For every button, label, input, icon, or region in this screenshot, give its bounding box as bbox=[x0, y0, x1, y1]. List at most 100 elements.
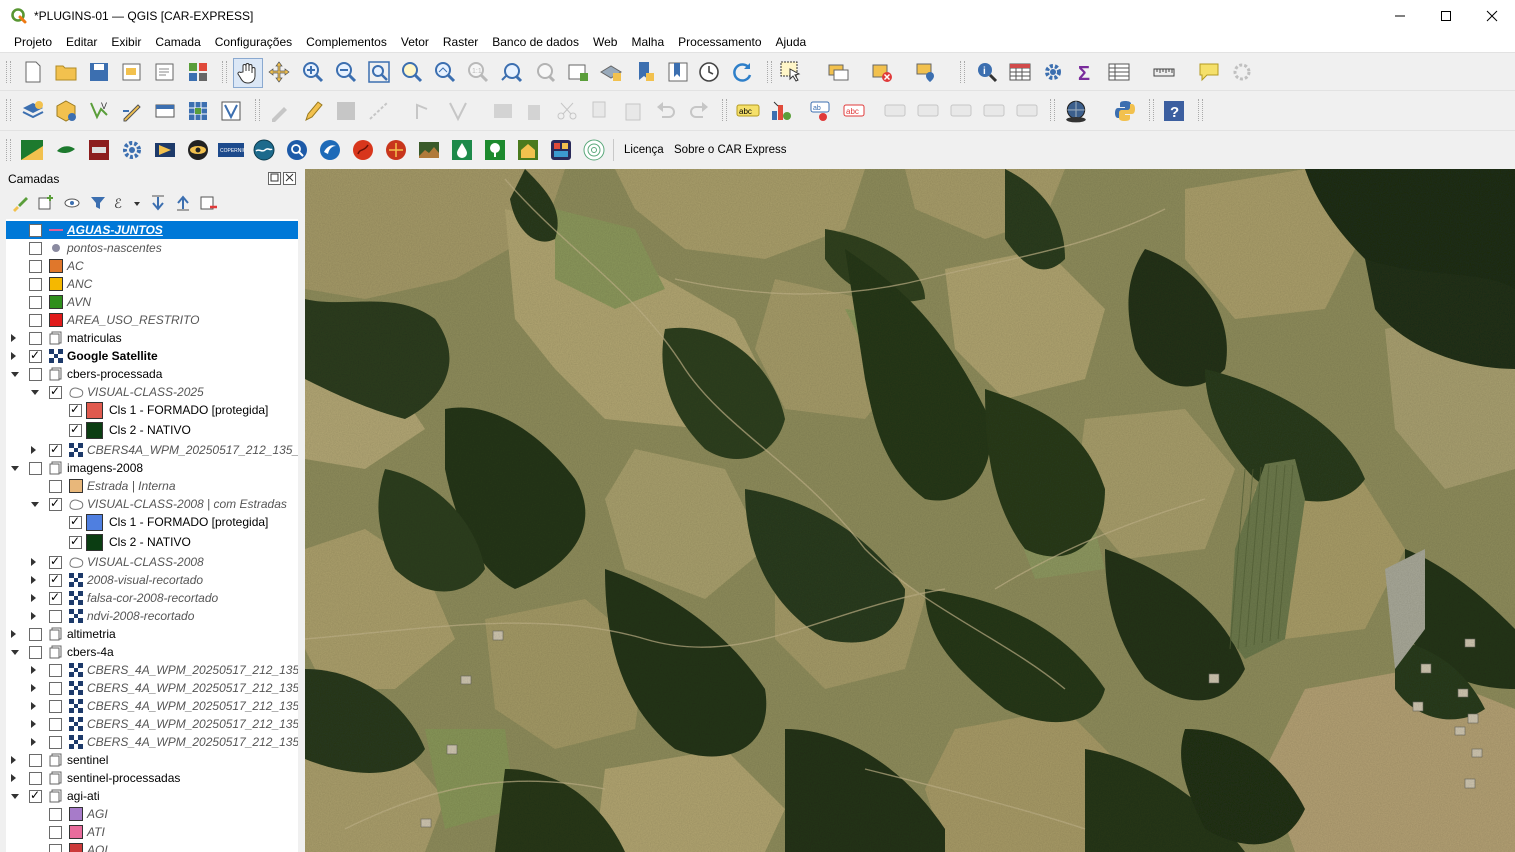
layer-visibility-checkbox[interactable] bbox=[29, 646, 42, 659]
layer-row[interactable]: CBERS4A_WPM_20250517_212_135_L bbox=[6, 441, 298, 459]
menu-configuracoes[interactable]: Configurações bbox=[208, 32, 299, 52]
menu-processamento[interactable]: Processamento bbox=[671, 32, 768, 52]
layer-row[interactable]: CBERS_4A_WPM_20250517_212_135_ bbox=[6, 733, 298, 751]
layer-row[interactable]: agi-ati bbox=[6, 787, 298, 805]
expand-arrow-icon[interactable] bbox=[11, 334, 16, 342]
redo-button[interactable] bbox=[687, 99, 711, 123]
layer-row[interactable]: pontos-nascentes bbox=[6, 239, 298, 257]
car-flag-plugin-button[interactable] bbox=[20, 138, 44, 162]
expand-arrow-icon[interactable] bbox=[31, 666, 36, 674]
layer-row[interactable]: Cls 1 - FORMADO [protegida] bbox=[6, 401, 298, 421]
toggle-editing-button[interactable] bbox=[301, 99, 325, 123]
layer-row[interactable]: Cls 2 - NATIVO bbox=[6, 533, 298, 553]
layer-row[interactable]: AVN bbox=[6, 293, 298, 311]
filter-legend-button[interactable] bbox=[88, 193, 108, 213]
dashboard-plugin-button[interactable] bbox=[549, 138, 573, 162]
collapse-arrow-icon[interactable] bbox=[11, 466, 19, 471]
filter-expression-button[interactable]: ℰ bbox=[112, 193, 132, 213]
water-plugin-button[interactable] bbox=[450, 138, 474, 162]
sobre-car-express-button[interactable]: Sobre o CAR Express bbox=[674, 144, 787, 156]
add-group-button[interactable] bbox=[36, 193, 56, 213]
layer-visibility-checkbox[interactable] bbox=[69, 534, 82, 549]
map-canvas[interactable] bbox=[305, 169, 1515, 852]
expand-arrow-icon[interactable] bbox=[31, 738, 36, 746]
layout-manager-button[interactable] bbox=[153, 60, 177, 84]
leaf-plugin-button[interactable] bbox=[54, 138, 78, 162]
farm-plugin-button[interactable] bbox=[516, 138, 540, 162]
layer-diagram-button[interactable] bbox=[769, 99, 793, 123]
layer-row[interactable]: ATI bbox=[6, 823, 298, 841]
settings-plugin-button[interactable] bbox=[120, 138, 144, 162]
expand-arrow-icon[interactable] bbox=[11, 774, 16, 782]
toolbar-grip[interactable] bbox=[6, 61, 11, 83]
zoom-last-button[interactable] bbox=[500, 60, 524, 84]
layer-row[interactable]: AGUAS-JUNTOS bbox=[6, 221, 298, 239]
expand-arrow-icon[interactable] bbox=[31, 594, 36, 602]
move-label-button[interactable] bbox=[883, 99, 907, 123]
minimize-button[interactable] bbox=[1377, 0, 1423, 32]
search-plugin-button[interactable] bbox=[285, 138, 309, 162]
zoom-native-button[interactable]: 1:1 bbox=[466, 60, 490, 84]
layer-row[interactable]: CBERS_4A_WPM_20250517_212_135_ bbox=[6, 661, 298, 679]
tree-plugin-button[interactable] bbox=[483, 138, 507, 162]
menu-ajuda[interactable]: Ajuda bbox=[769, 32, 814, 52]
toolbar-grip[interactable] bbox=[960, 61, 965, 83]
layer-row[interactable]: 2008-visual-recortado bbox=[6, 571, 298, 589]
layer-row[interactable]: cbers-4a bbox=[6, 643, 298, 661]
layer-visibility-checkbox[interactable] bbox=[29, 278, 42, 291]
toolbar-grip[interactable] bbox=[722, 99, 727, 121]
pan-map-button[interactable] bbox=[233, 58, 263, 88]
layer-visibility-checkbox[interactable] bbox=[49, 664, 62, 677]
wave-plugin-button[interactable] bbox=[252, 138, 276, 162]
label-properties-button[interactable] bbox=[1015, 99, 1039, 123]
zoom-to-layer-button[interactable] bbox=[433, 60, 457, 84]
layer-visibility-checkbox[interactable] bbox=[29, 242, 42, 255]
close-panel-button[interactable] bbox=[283, 172, 296, 185]
layer-visibility-checkbox[interactable] bbox=[69, 402, 82, 417]
layer-visibility-checkbox[interactable] bbox=[49, 736, 62, 749]
layer-visibility-checkbox[interactable] bbox=[29, 260, 42, 273]
delete-selected-button[interactable] bbox=[522, 99, 546, 123]
sat-plugin-button[interactable] bbox=[186, 138, 210, 162]
map-tips-button[interactable] bbox=[1197, 60, 1221, 84]
menu-camada[interactable]: Camada bbox=[148, 32, 207, 52]
landscape-plugin-button[interactable] bbox=[417, 138, 441, 162]
select-by-value-button[interactable] bbox=[826, 60, 850, 84]
pin-labels-button[interactable]: ab bbox=[809, 99, 833, 123]
spiral-plugin-button[interactable] bbox=[582, 138, 606, 162]
new-project-button[interactable] bbox=[21, 60, 45, 84]
toolbar-grip[interactable] bbox=[6, 99, 11, 121]
layer-visibility-checkbox[interactable] bbox=[29, 314, 42, 327]
layer-visibility-checkbox[interactable] bbox=[49, 700, 62, 713]
layer-visibility-checkbox[interactable] bbox=[29, 296, 42, 309]
menu-complementos[interactable]: Complementos bbox=[299, 32, 394, 52]
collapse-arrow-icon[interactable] bbox=[11, 372, 19, 377]
select-features-button[interactable] bbox=[779, 60, 803, 84]
layer-row[interactable]: Cls 2 - NATIVO bbox=[6, 421, 298, 441]
layer-visibility-checkbox[interactable] bbox=[49, 554, 62, 569]
layer-visibility-checkbox[interactable] bbox=[49, 572, 62, 587]
expand-arrow-icon[interactable] bbox=[31, 558, 36, 566]
add-vector-button[interactable] bbox=[219, 99, 243, 123]
open-field-calculator-button[interactable] bbox=[1107, 60, 1131, 84]
layer-visibility-checkbox[interactable] bbox=[49, 844, 62, 852]
layer-visibility-checkbox[interactable] bbox=[49, 808, 62, 821]
sigef-plugin-button[interactable] bbox=[87, 138, 111, 162]
layer-labeling-button[interactable]: abc bbox=[736, 99, 760, 123]
layer-row[interactable]: Estrada | Interna bbox=[6, 477, 298, 495]
layer-visibility-checkbox[interactable] bbox=[49, 480, 62, 493]
layer-visibility-checkbox[interactable] bbox=[29, 462, 42, 475]
new-3d-view-button[interactable] bbox=[599, 60, 623, 84]
statistics-button[interactable]: Σ bbox=[1074, 60, 1098, 84]
change-label-button[interactable] bbox=[982, 99, 1006, 123]
layer-visibility-checkbox[interactable] bbox=[49, 442, 62, 457]
layer-visibility-checkbox[interactable] bbox=[49, 826, 62, 839]
expand-arrow-icon[interactable] bbox=[31, 684, 36, 692]
collapse-arrow-icon[interactable] bbox=[11, 794, 19, 799]
expand-all-button[interactable] bbox=[148, 193, 168, 213]
digitize-button[interactable] bbox=[367, 99, 391, 123]
manage-visibility-button[interactable] bbox=[62, 193, 82, 213]
layer-row[interactable]: falsa-cor-2008-recortado bbox=[6, 589, 298, 607]
layer-visibility-checkbox[interactable] bbox=[29, 772, 42, 785]
processing-toolbox-button[interactable] bbox=[1041, 60, 1065, 84]
